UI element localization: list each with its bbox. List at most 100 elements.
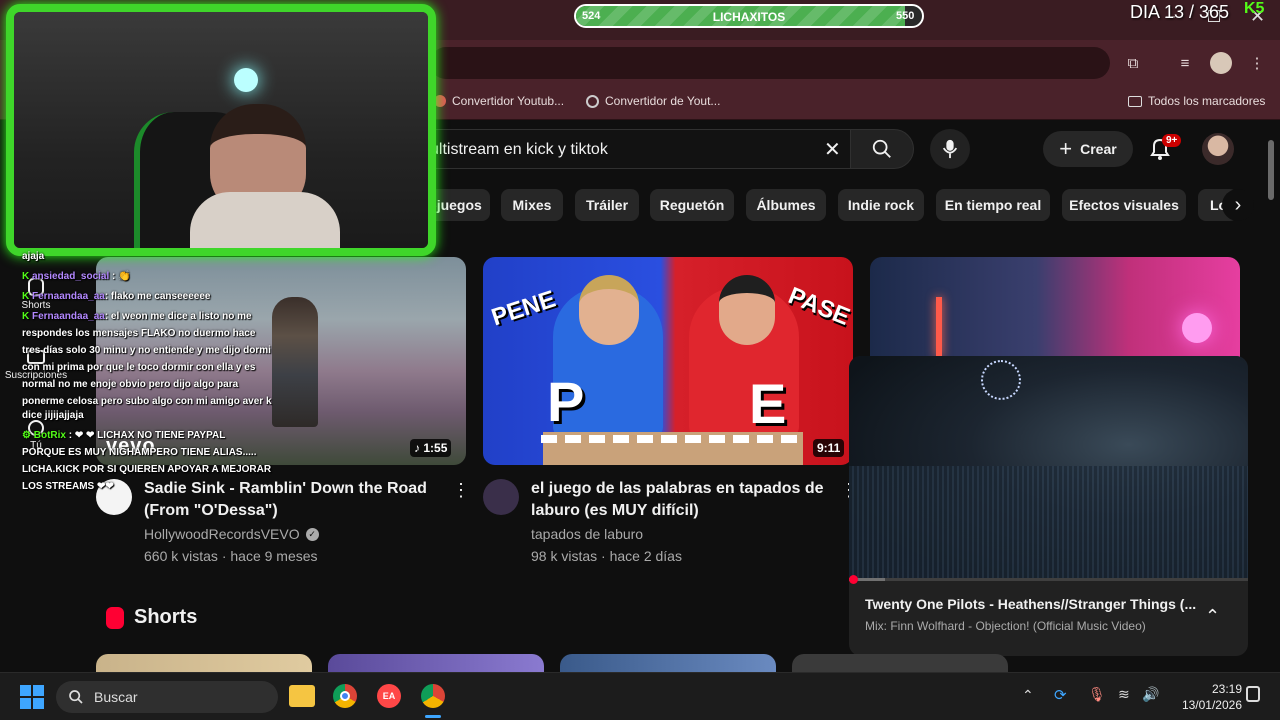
video-menu-icon[interactable]: ⋮ (452, 480, 470, 501)
channel-name[interactable]: HollywoodRecordsVEVO ✓ (144, 524, 319, 544)
bookmark-label: Convertidor Youtub... (452, 94, 565, 108)
address-bar[interactable] (430, 47, 1110, 79)
short-thumbnail[interactable] (560, 654, 776, 672)
duration-text: 1:55 (423, 441, 448, 455)
thumb-word-left: PENE (488, 285, 559, 332)
video-title-line1[interactable]: el juego de las palabras en tapados de (531, 478, 824, 500)
ceiling-light (234, 68, 258, 92)
shorts-title: Shorts (134, 606, 198, 628)
short-thumbnail[interactable] (96, 654, 312, 672)
notification-center-icon[interactable] (1246, 686, 1260, 702)
microphone-icon (942, 139, 958, 159)
page-scrollbar[interactable] (1268, 140, 1274, 200)
chat-message: normal no me enoje obvio pero dijo algo … (22, 379, 239, 390)
chrome-icon[interactable] (333, 684, 357, 708)
search-icon (69, 690, 83, 704)
short-thumbnail[interactable] (328, 654, 544, 672)
miniplayer-video[interactable] (849, 356, 1248, 578)
kick-badge-icon: K (22, 291, 32, 302)
taskbar-search[interactable]: Buscar (56, 681, 278, 713)
chat-username: Fernaandaa_aa (32, 291, 105, 302)
channel-avatar[interactable] (483, 479, 519, 515)
channel-name-text: HollywoodRecordsVEVO (144, 526, 300, 542)
microphone-tray-icon[interactable]: 🎙 (1088, 686, 1106, 703)
streamer-body (190, 192, 340, 248)
chip-regueton[interactable]: Reguetón (650, 189, 734, 221)
ferris-wheel (981, 360, 1021, 400)
short-thumbnail[interactable] (792, 654, 1008, 672)
blank-underlines (541, 435, 797, 445)
profile-avatar-icon[interactable] (1210, 52, 1232, 74)
globe-icon (586, 94, 599, 108)
chat-message: LICHA.KICK POR SI QUIEREN APOYAR A MEJOR… (22, 464, 272, 475)
progress-handle[interactable] (849, 575, 858, 584)
browser-menu-icon[interactable]: ⋮ (1246, 52, 1268, 74)
taskbar-search-label: Buscar (94, 689, 138, 705)
video-title-line1[interactable]: Sadie Sink - Ramblin' Down the Road (144, 478, 427, 500)
video-title-line2[interactable]: laburo (es MUY difícil) (531, 500, 699, 522)
video-meta: 660 k vistas · hace 9 meses (144, 548, 318, 564)
volume-icon[interactable]: 🔊 (1142, 686, 1159, 703)
chat-text: : 👏 (109, 271, 131, 282)
search-button[interactable] (850, 129, 914, 169)
thumb-letter-right: E (749, 372, 787, 435)
ea-app-icon[interactable]: EA (377, 684, 401, 708)
bookmark-item[interactable]: Convertidor de Yout... (586, 94, 720, 108)
sync-icon[interactable]: ⟳ (1054, 686, 1067, 704)
chip-trailer[interactable]: Tráiler (575, 189, 639, 221)
chat-message: respondes los mensajes FLAKO no duermo h… (22, 328, 256, 339)
voice-search-button[interactable] (930, 129, 970, 169)
notification-badge: 9+ (1162, 134, 1182, 147)
file-explorer-icon[interactable] (289, 685, 315, 707)
channel-name[interactable]: tapados de laburo (531, 524, 643, 544)
lamp-glow (1182, 313, 1212, 343)
clear-search-icon[interactable]: ✕ (824, 137, 841, 162)
notifications-button[interactable]: 9+ (1148, 134, 1182, 164)
follower-goal-bar: 524 LICHAXITOS 550 (574, 4, 924, 28)
chips-next-button[interactable]: › (1222, 189, 1254, 221)
all-bookmarks-label: Todos los marcadores (1148, 94, 1266, 108)
chip-albumes[interactable]: Álbumes (746, 189, 826, 221)
expand-queue-button[interactable]: ⌃ (1205, 606, 1220, 627)
person-right-head (719, 275, 775, 345)
plus-icon: + (1059, 136, 1073, 161)
chat-username: ansiedad_social (32, 271, 110, 282)
goal-label: LICHAXITOS (712, 10, 786, 24)
chat-text: : ❤ ❤ LICHAX NO TIENE PAYPAL (65, 430, 226, 441)
tray-overflow-icon[interactable]: ⌃ (1022, 687, 1034, 704)
create-button[interactable]: + Crear (1043, 131, 1133, 167)
video-duration: ♪ 1:55 (410, 439, 452, 457)
verified-icon: ✓ (305, 527, 319, 541)
person-left-head (579, 275, 639, 345)
day-counter: DIA 13 / 365 (1130, 2, 1230, 22)
chat-message: LOS STREAMS ❤❤ (22, 481, 114, 492)
start-button[interactable] (20, 685, 44, 709)
chat-message: dice jijijajjaja (22, 410, 84, 421)
chat-message: PORQUE ES MUY NIGHAMPERO TIENE ALIAS....… (22, 447, 257, 458)
kick-logo-badge: K5 (1244, 0, 1265, 17)
bookmark-item[interactable]: Convertidor Youtub... (434, 94, 564, 108)
miniplayer-title[interactable]: Twenty One Pilots - Heathens//Stranger T… (865, 596, 1196, 612)
media-control-icon[interactable]: ≡ (1174, 52, 1196, 74)
account-avatar[interactable] (1202, 133, 1234, 165)
miniplayer-progress[interactable] (849, 575, 1248, 584)
chrome-profile-icon[interactable] (421, 684, 445, 708)
chevron-up-icon: ⌃ (1205, 606, 1221, 626)
chat-message: con mi prima por que le toco dormir con … (22, 362, 256, 373)
extensions-icon[interactable]: ⧉ (1122, 52, 1144, 74)
clock[interactable]: 23:19 13/01/2026 (1172, 681, 1242, 713)
video-duration: 9:11 (813, 439, 845, 457)
chat-message: K Fernaandaa_aa: el weon me dice a listo… (22, 308, 252, 325)
video-title-line2[interactable]: (From "O'Dessa") (144, 500, 278, 522)
chip-indie-rock[interactable]: Indie rock (838, 189, 924, 221)
all-bookmarks-button[interactable]: Todos los marcadores (1128, 94, 1265, 108)
chevron-right-icon: › (1234, 193, 1242, 216)
chip-en-tiempo-real[interactable]: En tiempo real (936, 189, 1050, 221)
city-tower (936, 297, 942, 357)
wifi-icon[interactable]: ≋ (1118, 686, 1130, 703)
chat-message: ajaja (22, 251, 45, 262)
chip-efectos-visuales[interactable]: Efectos visuales (1062, 189, 1186, 221)
chip-mixes[interactable]: Mixes (501, 189, 563, 221)
miniplayer[interactable]: Twenty One Pilots - Heathens//Stranger T… (849, 356, 1248, 656)
video-thumbnail[interactable]: PENE PASE P E 9:11 (483, 257, 853, 465)
